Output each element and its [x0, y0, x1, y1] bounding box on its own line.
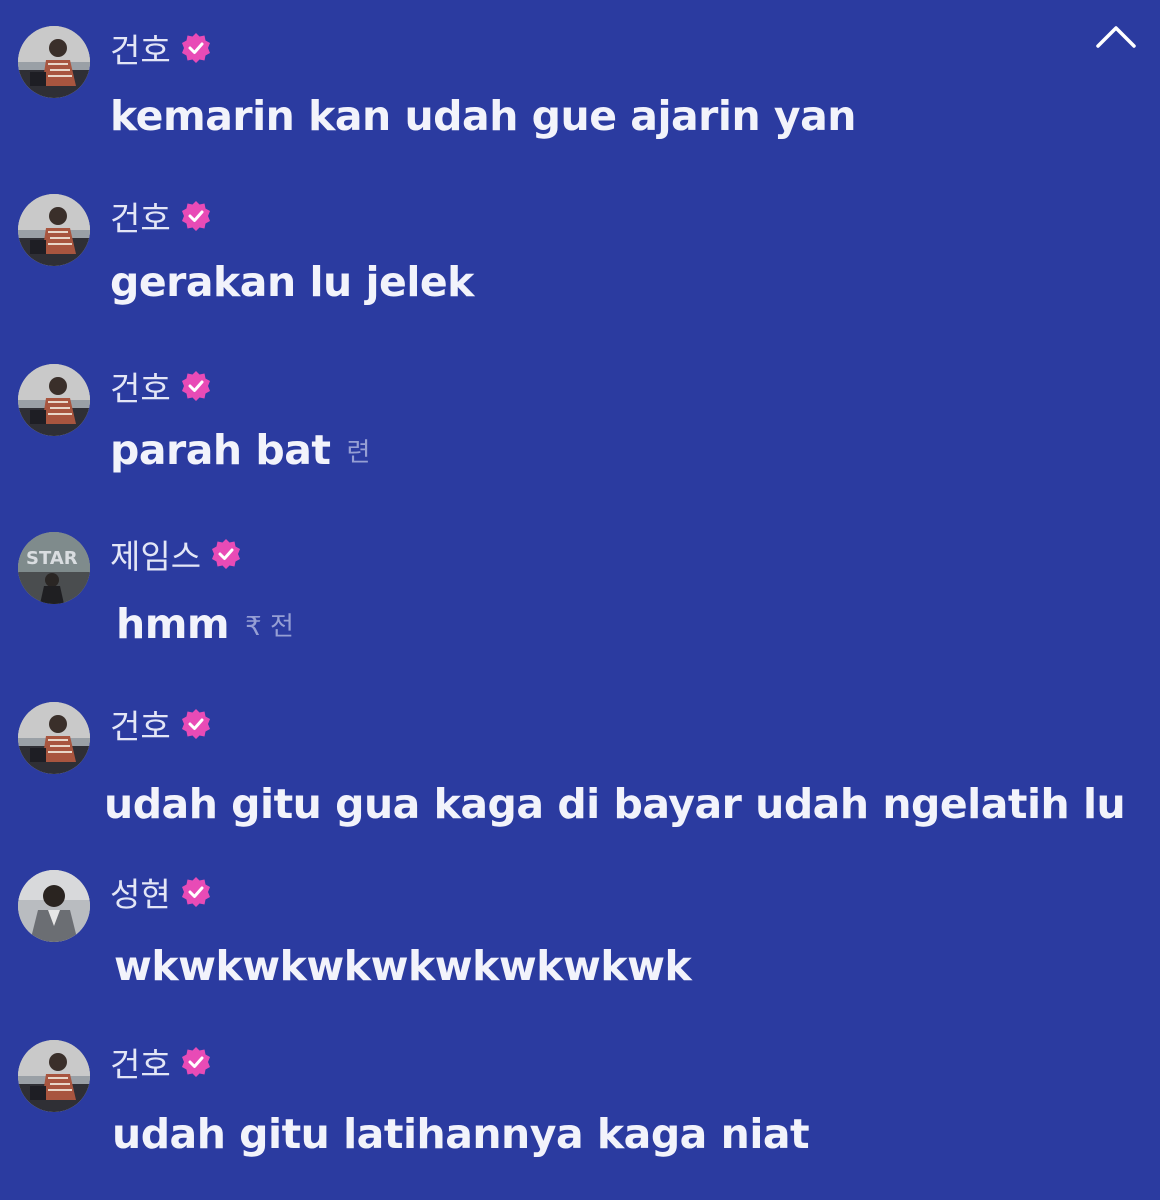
message-text: hmm [116, 600, 230, 648]
message-text: kemarin kan udah gue ajarin yan [110, 92, 856, 140]
avatar[interactable] [18, 26, 90, 98]
verified-badge-icon [181, 709, 210, 739]
avatar[interactable] [18, 1040, 90, 1112]
message-text: wkwkwkwkwkwkwkwkwk [114, 942, 692, 990]
message-text: udah gitu gua kaga di bayar udah ngelati… [104, 780, 1126, 828]
username[interactable]: 제임스 [110, 530, 201, 578]
username[interactable]: 건호 [110, 700, 171, 748]
avatar[interactable] [18, 870, 90, 942]
verified-badge-icon [181, 1047, 210, 1077]
username[interactable]: 건호 [110, 362, 171, 410]
verified-badge-icon [181, 201, 210, 231]
message-text: udah gitu latihannya kaga niat [112, 1110, 810, 1158]
message-text: parah bat [110, 426, 331, 474]
avatar[interactable] [18, 194, 90, 266]
verified-badge-icon [181, 33, 210, 63]
avatar[interactable]: STAR [18, 532, 90, 604]
svg-text:STAR: STAR [26, 548, 78, 569]
timestamp: 련 [346, 437, 371, 468]
avatar[interactable] [18, 364, 90, 436]
username[interactable]: 건호 [110, 1038, 171, 1086]
avatar[interactable] [18, 702, 90, 774]
timestamp: ₹ 전 [245, 611, 294, 642]
verified-badge-icon [212, 539, 241, 569]
username[interactable]: 건호 [110, 24, 171, 72]
username[interactable]: 성현 [110, 868, 171, 916]
message-text: gerakan lu jelek [110, 258, 474, 306]
username[interactable]: 건호 [110, 192, 171, 240]
verified-badge-icon [181, 877, 210, 907]
verified-badge-icon [181, 371, 210, 401]
comment-feed: 건호 kemarin kan udah gue ajarin yan 건호 ge… [0, 0, 1160, 1200]
